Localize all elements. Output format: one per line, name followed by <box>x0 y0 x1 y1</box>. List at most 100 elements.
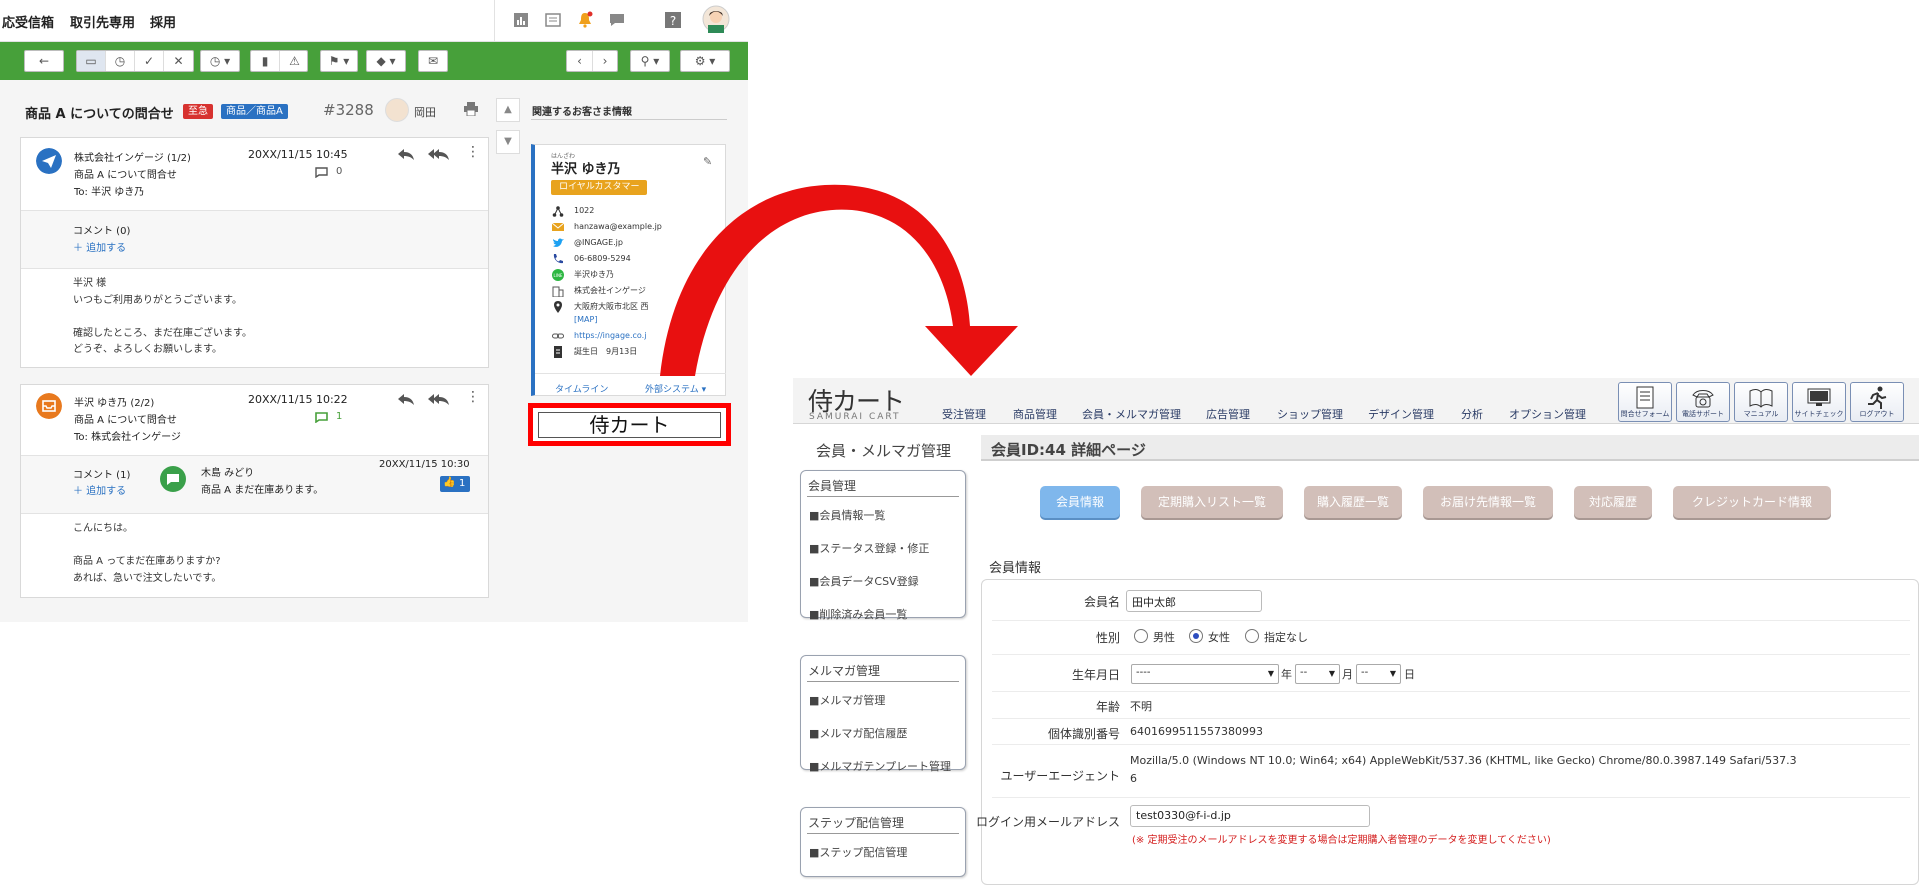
message-to: To: 半沢 ゆき乃 <box>74 187 145 198</box>
building-icon <box>552 286 564 297</box>
reply-icon[interactable] <box>396 391 416 407</box>
product-tag[interactable]: 商品／商品A <box>221 104 288 119</box>
menu-step-delivery[interactable]: ■ステップ配信管理 <box>809 844 907 860</box>
more-icon[interactable]: ⋮ <box>466 144 480 160</box>
chevron-up-icon: ▲ <box>504 104 512 115</box>
birth-month-select[interactable]: -- ▼ <box>1295 664 1340 684</box>
login-email-input[interactable]: test0330@f-i-d.jp <box>1130 805 1370 827</box>
more-icon[interactable]: ⋮ <box>466 389 480 405</box>
message-from: 半沢 ゆき乃 (2/2) <box>74 398 155 409</box>
clock-icon: ◷ ▾ <box>209 54 231 68</box>
close-icon[interactable]: ✕ <box>164 51 193 71</box>
mail-icon <box>552 222 564 231</box>
reply-icon[interactable] <box>396 146 416 162</box>
divider <box>807 681 959 682</box>
comment-area: コメント (1) ＋ 追加する 木島 みどり 商品 A まだ在庫あります。 20… <box>21 456 488 513</box>
tab-purchase-history[interactable]: 購入履歴一覧 <box>1304 486 1402 518</box>
menu-mailmag-template[interactable]: ■メルマガテンプレート管理 <box>809 758 951 774</box>
settings-dropdown[interactable]: ⚙ ▾ <box>680 50 730 72</box>
tab-support-history[interactable]: 対応履歴 <box>1574 486 1652 518</box>
manual-button[interactable]: マニュアル <box>1734 382 1788 422</box>
tab-recruit[interactable]: 採用 <box>150 12 176 31</box>
nav-ads[interactable]: 広告管理 <box>1206 406 1250 422</box>
reply-all-icon[interactable] <box>426 146 450 162</box>
site-check-label: サイトチェック <box>1794 410 1844 418</box>
site-check-button[interactable]: サイトチェック <box>1792 382 1846 422</box>
reply-all-icon[interactable] <box>426 391 450 407</box>
like-button[interactable]: 👍 1 <box>440 476 470 492</box>
tab-subscription-list[interactable]: 定期購入リスト一覧 <box>1141 486 1283 518</box>
search-dropdown[interactable]: ⚲ ▾ <box>630 50 670 72</box>
composite-screenshot: 応受信箱 取引先専用 採用 ? ← ▭ ◷ ✓ ✕ ◷ ▾ ▮ ⚠ ⚑ ▾ ◆ … <box>0 0 1919 885</box>
nav-products[interactable]: 商品管理 <box>1013 406 1057 422</box>
nav-members[interactable]: 会員・メルマガ管理 <box>1082 406 1181 422</box>
snooze-dropdown[interactable]: ◷ ▾ <box>200 50 240 72</box>
bell-icon[interactable] <box>576 11 594 29</box>
nav-analytics[interactable]: 分析 <box>1461 406 1483 422</box>
chevron-left-icon[interactable]: ‹ <box>567 51 593 71</box>
map-link[interactable]: [MAP] <box>574 313 597 327</box>
birth-year-select[interactable]: ---- ▼ <box>1131 664 1279 684</box>
inbox-icon[interactable]: ▭ <box>77 51 106 71</box>
clock-icon[interactable]: ◷ <box>106 51 135 71</box>
tab-clients[interactable]: 取引先専用 <box>70 12 135 31</box>
urgent-tag[interactable]: 至急 <box>183 104 213 119</box>
nav-orders[interactable]: 受注管理 <box>942 406 986 422</box>
day-unit: 日 <box>1404 668 1415 681</box>
nav-shop[interactable]: ショップ管理 <box>1277 406 1343 422</box>
print-icon[interactable] <box>463 102 479 116</box>
tab-credit-card[interactable]: クレジットカード情報 <box>1673 486 1831 518</box>
name-input[interactable]: 田中太郎 <box>1126 590 1262 612</box>
twitter-icon <box>553 238 564 247</box>
add-comment-link[interactable]: ＋ 追加する <box>73 482 126 497</box>
back-button[interactable]: ← <box>24 50 64 72</box>
help-icon[interactable]: ? <box>664 11 682 29</box>
mark-read-button[interactable]: ✉ <box>418 50 448 72</box>
menu-mailmag-history[interactable]: ■メルマガ配信履歴 <box>809 725 907 741</box>
tab-inbox[interactable]: 応受信箱 <box>2 12 54 31</box>
gender-female-radio[interactable] <box>1189 629 1203 643</box>
gender-male-radio[interactable] <box>1134 629 1148 643</box>
logout-button[interactable]: ログアウト <box>1850 382 1904 422</box>
phone-support-button[interactable]: 電話サポート <box>1676 382 1730 422</box>
gender-unspecified-label: 指定なし <box>1264 631 1308 644</box>
menu-csv-import[interactable]: ■会員データCSV登録 <box>809 573 919 589</box>
chevron-right-icon[interactable]: › <box>593 51 617 71</box>
comment-count: 0 <box>336 166 343 177</box>
menu-status-edit[interactable]: ■ステータス登録・修正 <box>809 540 929 556</box>
document-icon <box>554 346 562 358</box>
menu-member-list[interactable]: ■会員情報一覧 <box>809 507 885 523</box>
ingage-toolbar: ← ▭ ◷ ✓ ✕ ◷ ▾ ▮ ⚠ ⚑ ▾ ◆ ▾ ✉ ‹ › ⚲ ▾ ⚙ ▾ <box>0 42 748 80</box>
nav-design[interactable]: デザイン管理 <box>1368 406 1434 422</box>
assignee-name[interactable]: 岡田 <box>414 104 436 120</box>
pencil-icon[interactable]: ✎ <box>703 155 712 168</box>
email-warning: (※ 定期受注のメールアドレスを変更する場合は定期購入者管理のデータを変更してく… <box>1132 835 1551 846</box>
report-icon[interactable] <box>512 11 530 29</box>
menu-deleted-members[interactable]: ■削除済み会員一覧 <box>809 606 907 622</box>
tab-external-system[interactable]: 外部システム ▾ <box>645 382 706 395</box>
tag-dropdown[interactable]: ◆ ▾ <box>366 50 406 72</box>
collapse-down-button[interactable]: ▼ <box>496 130 520 154</box>
trash-icon[interactable]: ▮ <box>251 51 280 71</box>
menu-mailmag[interactable]: ■メルマガ管理 <box>809 692 885 708</box>
warning-icon[interactable]: ⚠ <box>280 51 309 71</box>
collapse-up-button[interactable]: ▲ <box>496 98 520 122</box>
comment-icon <box>315 167 328 178</box>
flag-dropdown[interactable]: ⚑ ▾ <box>320 50 358 72</box>
tab-delivery-addresses[interactable]: お届け先情報一覧 <box>1423 486 1553 518</box>
list-icon[interactable] <box>544 11 562 29</box>
add-comment-link[interactable]: ＋ 追加する <box>73 239 126 254</box>
birth-day-select[interactable]: -- ▼ <box>1356 664 1401 684</box>
check-icon[interactable]: ✓ <box>135 51 164 71</box>
customer-url[interactable]: https://ingage.co.j <box>574 329 646 343</box>
tab-member-info[interactable]: 会員情報 <box>1040 486 1120 518</box>
contact-form-button[interactable]: 問合せフォーム <box>1618 382 1672 422</box>
samurai-cart-link-button[interactable]: 侍カート <box>538 412 721 438</box>
telephone-icon <box>1692 390 1714 408</box>
user-avatar[interactable] <box>702 5 730 33</box>
svg-text:?: ? <box>670 14 676 28</box>
gender-unspecified-radio[interactable] <box>1245 629 1259 643</box>
chat-icon[interactable] <box>608 11 626 29</box>
tab-timeline[interactable]: タイムライン <box>555 382 608 395</box>
nav-options[interactable]: オプション管理 <box>1509 406 1586 422</box>
